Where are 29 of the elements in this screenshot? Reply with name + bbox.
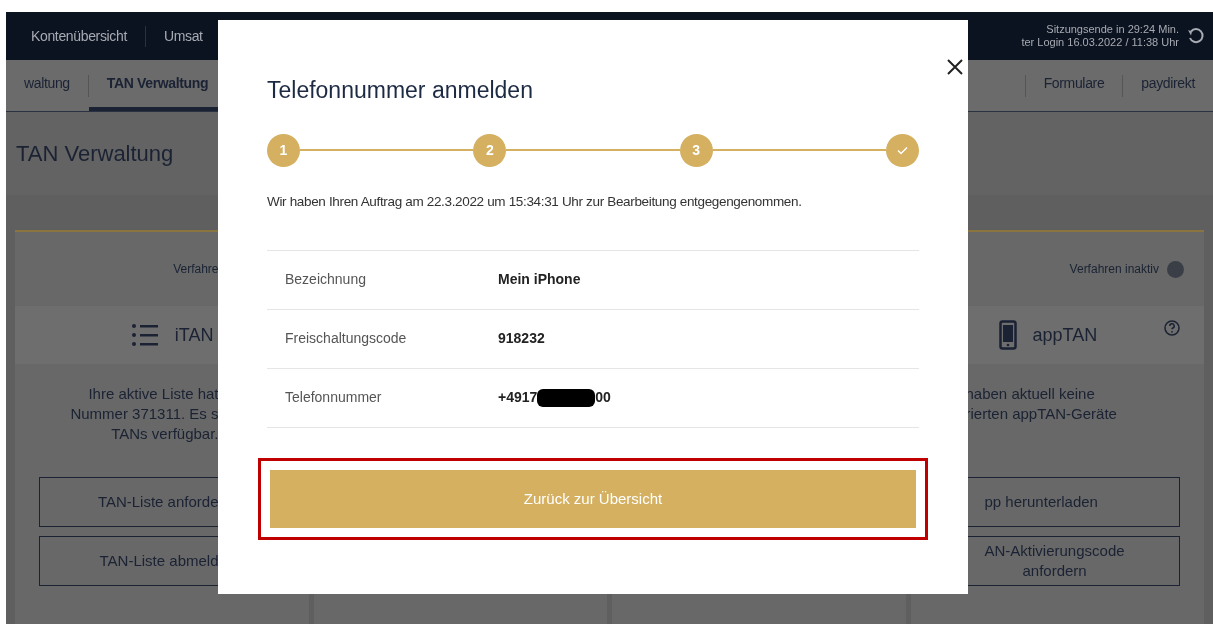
detail-value: +4917 (498, 388, 538, 408)
card-text: TANs verfügbar. (111, 424, 219, 444)
session-info: Sitzungsende in 29:24 Min. (1046, 23, 1179, 36)
detail-label: Bezeichnung (285, 270, 367, 290)
session-info: ter Login 16.03.2022 / 11:38 Uhr (1021, 36, 1179, 49)
detail-value: Mein iPhone (498, 270, 581, 290)
help-icon[interactable] (1164, 320, 1180, 336)
back-to-overview-button[interactable]: Zurück zur Übersicht (270, 469, 916, 528)
close-icon[interactable] (946, 58, 964, 76)
card-text: Ihre aktive Liste hat (88, 384, 219, 404)
detail-value: 918232 (498, 329, 545, 349)
status-label: Verfahre (173, 261, 219, 278)
nav-tab[interactable]: waltung (6, 60, 88, 111)
dialog-title: Telefonnummer anmelden (267, 76, 534, 105)
detail-label: Freischaltungscode (285, 329, 408, 349)
detail-value: 00 (595, 388, 611, 408)
phone-icon (998, 320, 1017, 350)
detail-label: Telefonnummer (285, 388, 383, 408)
refresh-icon[interactable] (1187, 27, 1205, 45)
page-title: TAN Verwaltung (16, 140, 174, 168)
method-title: appTAN (1032, 323, 1098, 347)
card-text: Nummer 371311. Es s (70, 404, 219, 424)
nav-tab[interactable]: Formulare (1025, 60, 1123, 111)
nav-link[interactable]: Kontenübersicht (6, 25, 145, 47)
method-title: iTAN (174, 323, 214, 347)
confirmation-message: Wir haben Ihren Auftrag am 22.3.2022 um 15:34:31 Uhr zur Bearbeitung entgegengenommen. (267, 192, 803, 211)
status-label: Verfahren inaktiv (1069, 261, 1159, 278)
nav-tab[interactable]: paydirekt (1123, 60, 1213, 111)
check-icon (897, 145, 908, 155)
